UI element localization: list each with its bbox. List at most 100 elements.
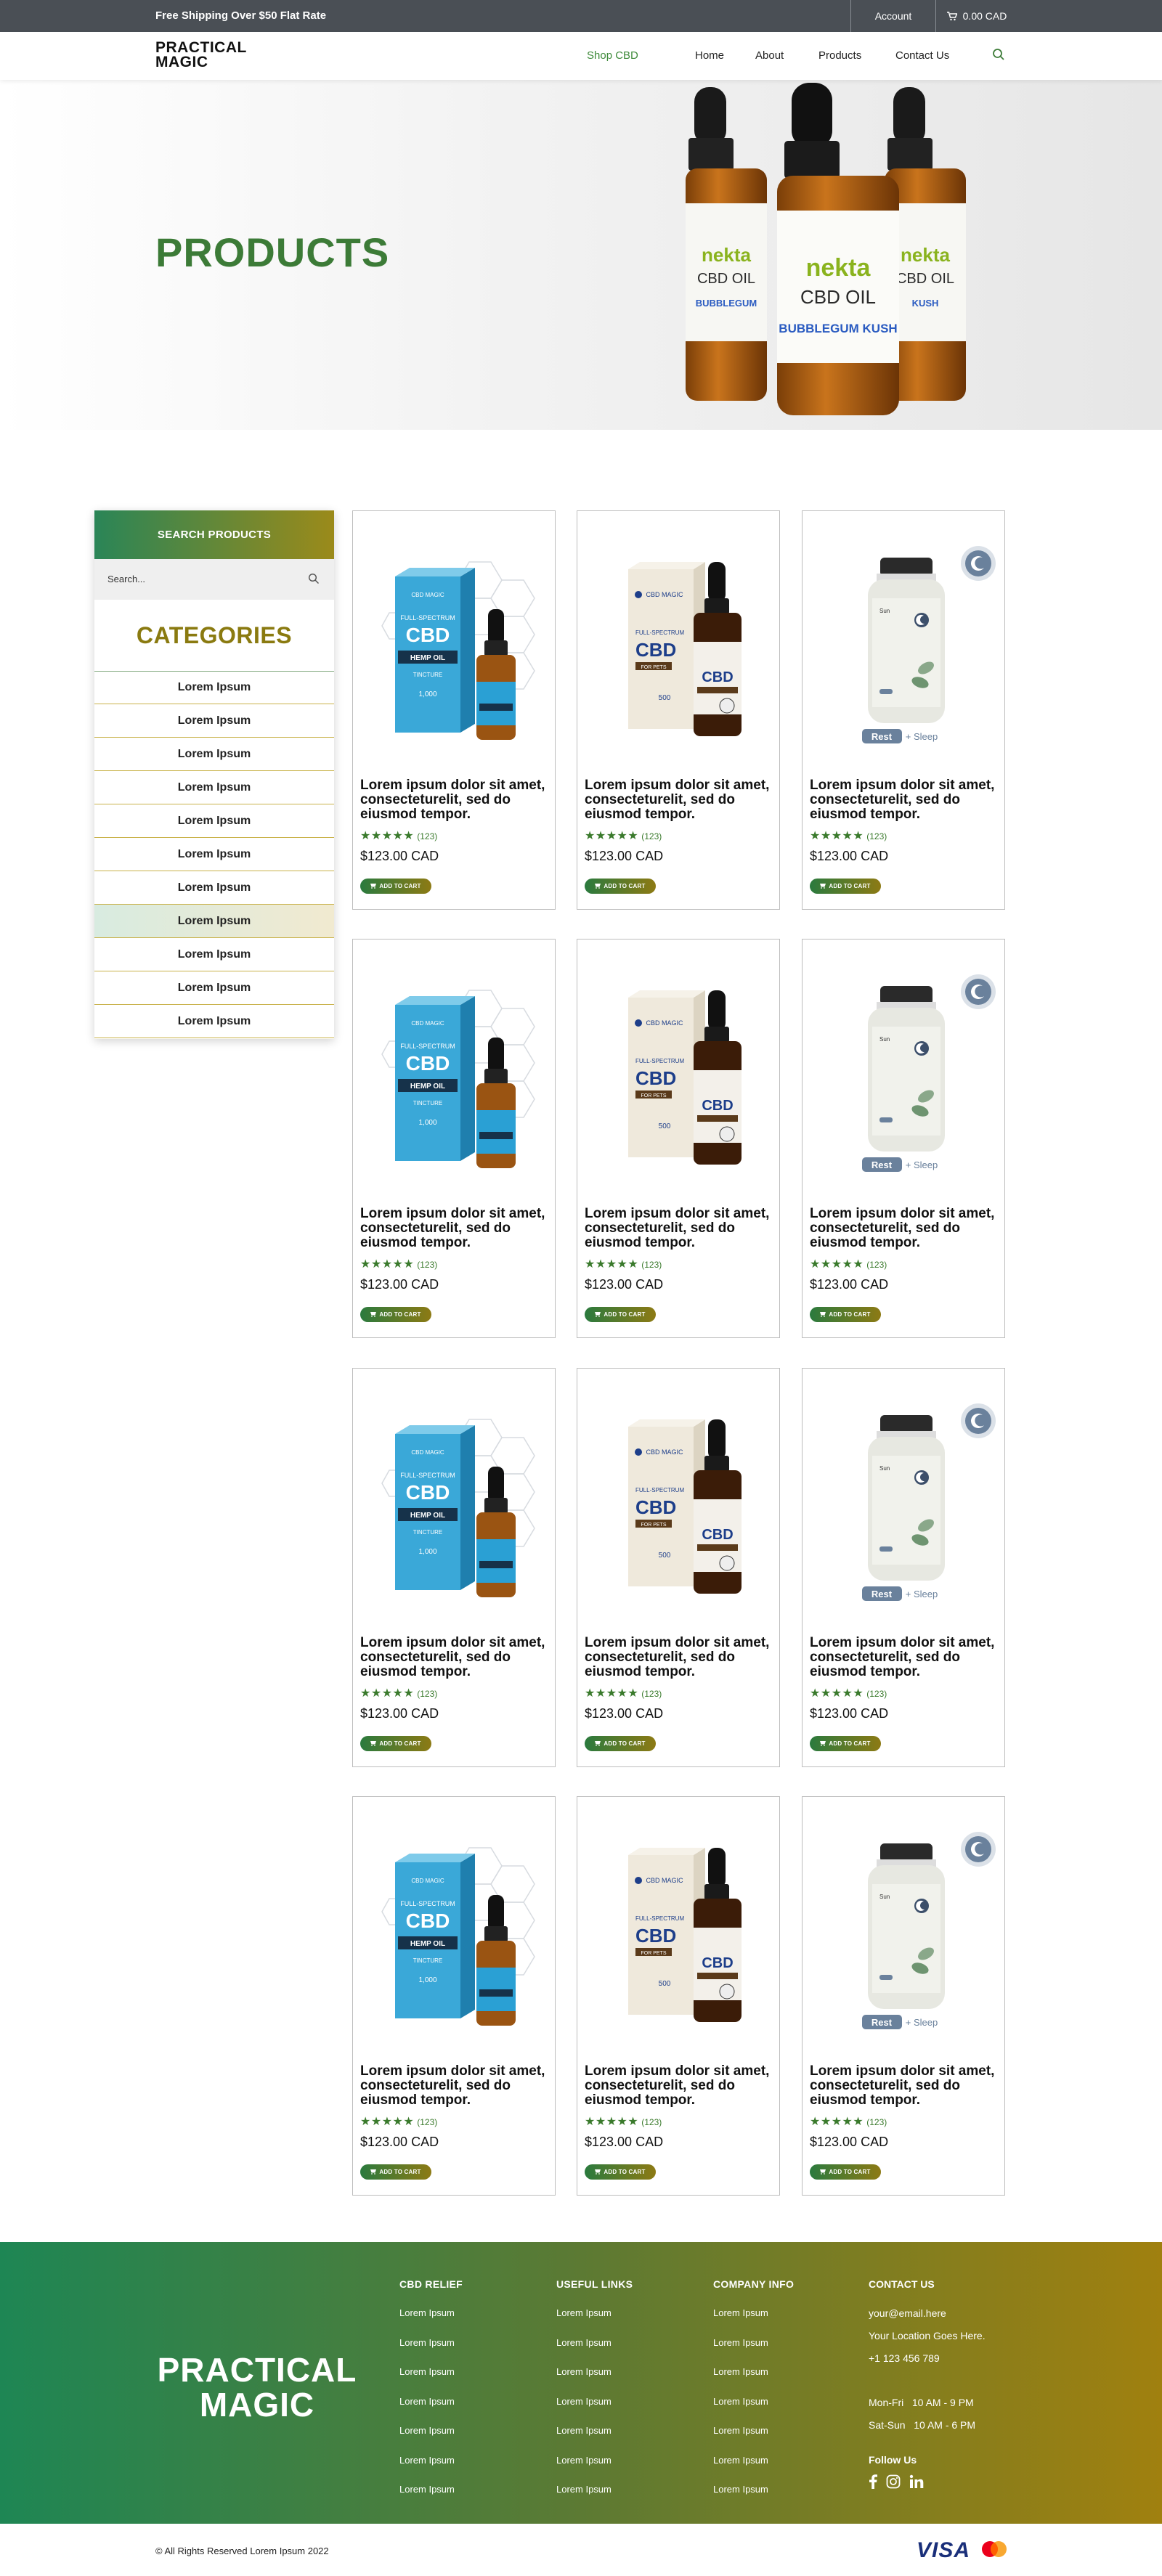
product-card[interactable]: Sun Rest + Sleep Lorem ipsum dolor sit amet… [802, 939, 1005, 1338]
add-to-cart-button[interactable]: ADD TO CART [585, 1736, 656, 1751]
footer-link[interactable]: Lorem Ipsum [713, 2455, 794, 2485]
footer-link[interactable]: Lorem Ipsum [399, 2396, 463, 2426]
footer-link[interactable]: Lorem Ipsum [556, 2396, 633, 2426]
footer-link[interactable]: Lorem Ipsum [556, 2366, 633, 2396]
category-item[interactable]: Lorem Ipsum [94, 971, 334, 1005]
footer-link[interactable]: Lorem Ipsum [399, 2366, 463, 2396]
product-image[interactable]: CBD MAGIC FULL-SPECTRUM CBD FOR PETS 500 CBD [585, 947, 772, 1194]
footer-link[interactable]: Lorem Ipsum [713, 2425, 794, 2455]
search-icon[interactable] [992, 48, 1005, 61]
nav-contact-us[interactable]: Contact Us [895, 49, 949, 62]
footer-link[interactable]: Lorem Ipsum [556, 2455, 633, 2485]
product-title[interactable]: Lorem ipsum dolor sit amet, consecteture… [585, 778, 775, 822]
footer-logo[interactable]: PRACTICAL MAGIC [155, 2352, 359, 2422]
product-card[interactable]: CBD MAGIC FULL-SPECTRUM CBD HEMP OIL TINCTUR… [352, 1796, 556, 2196]
add-to-cart-button[interactable]: ADD TO CART [360, 879, 431, 894]
footer-link[interactable]: Lorem Ipsum [713, 2396, 794, 2426]
add-to-cart-button[interactable]: ADD TO CART [810, 879, 881, 894]
product-card[interactable]: CBD MAGIC FULL-SPECTRUM CBD FOR PETS 500 CBD L… [577, 1368, 780, 1767]
product-image[interactable]: CBD MAGIC FULL-SPECTRUM CBD HEMP OIL TINCTUR… [360, 947, 548, 1194]
product-title[interactable]: Lorem ipsum dolor sit amet, consecteture… [810, 2064, 1000, 2108]
linkedin-icon[interactable] [909, 2474, 924, 2489]
category-item[interactable]: Lorem Ipsum [94, 838, 334, 871]
category-item[interactable]: Lorem Ipsum [94, 738, 334, 771]
add-to-cart-button[interactable]: ADD TO CART [585, 879, 656, 894]
category-item[interactable]: Lorem Ipsum [94, 871, 334, 905]
footer-link[interactable]: Lorem Ipsum [399, 2484, 463, 2514]
category-item[interactable]: Lorem Ipsum [94, 1005, 334, 1038]
product-card[interactable]: CBD MAGIC FULL-SPECTRUM CBD FOR PETS 500 CBD L… [577, 510, 780, 910]
add-to-cart-button[interactable]: ADD TO CART [810, 1307, 881, 1322]
product-card[interactable]: CBD MAGIC FULL-SPECTRUM CBD HEMP OIL TINCTUR… [352, 510, 556, 910]
footer-link[interactable]: Lorem Ipsum [713, 2484, 794, 2514]
product-image[interactable]: Sun Rest + Sleep [810, 947, 997, 1194]
product-title[interactable]: Lorem ipsum dolor sit amet, consecteture… [360, 1636, 550, 1679]
product-card[interactable]: Sun Rest + Sleep Lorem ipsum dolor sit amet… [802, 1368, 1005, 1767]
svg-text:500: 500 [659, 1980, 671, 1988]
instagram-icon[interactable] [886, 2474, 901, 2489]
footer-link[interactable]: Lorem Ipsum [556, 2484, 633, 2514]
product-card[interactable]: CBD MAGIC FULL-SPECTRUM CBD HEMP OIL TINCTUR… [352, 939, 556, 1338]
category-item[interactable]: Lorem Ipsum [94, 905, 334, 938]
product-card[interactable]: CBD MAGIC FULL-SPECTRUM CBD FOR PETS 500 CBD L… [577, 1796, 780, 2196]
product-title[interactable]: Lorem ipsum dolor sit amet, consecteture… [360, 1207, 550, 1250]
add-to-cart-button[interactable]: ADD TO CART [360, 2164, 431, 2180]
add-to-cart-button[interactable]: ADD TO CART [810, 1736, 881, 1751]
category-item[interactable]: Lorem Ipsum [94, 771, 334, 804]
add-to-cart-button[interactable]: ADD TO CART [585, 1307, 656, 1322]
contact-email[interactable]: your@email.here [869, 2307, 986, 2330]
category-item[interactable]: Lorem Ipsum [94, 938, 334, 971]
footer-link[interactable]: Lorem Ipsum [556, 2307, 633, 2337]
site-logo[interactable]: PRACTICAL MAGIC [155, 40, 247, 70]
product-image[interactable]: Sun Rest + Sleep [810, 1804, 997, 2051]
cart-link[interactable]: 0.00 CAD [937, 0, 1017, 32]
product-title[interactable]: Lorem ipsum dolor sit amet, consecteture… [585, 1207, 775, 1250]
visa-logo: VISA [917, 2538, 971, 2562]
nav-home[interactable]: Home [695, 49, 724, 62]
product-image[interactable]: Sun Rest + Sleep [810, 1376, 997, 1623]
footer-link[interactable]: Lorem Ipsum [713, 2337, 794, 2367]
account-link[interactable]: Account [850, 0, 936, 32]
product-card[interactable]: CBD MAGIC FULL-SPECTRUM CBD FOR PETS 500 CBD L… [577, 939, 780, 1338]
add-to-cart-button[interactable]: ADD TO CART [810, 2164, 881, 2180]
product-image[interactable]: CBD MAGIC FULL-SPECTRUM CBD FOR PETS 500 CBD [585, 518, 772, 765]
product-image[interactable]: CBD MAGIC FULL-SPECTRUM CBD HEMP OIL TINCTUR… [360, 1804, 548, 2051]
category-item[interactable]: Lorem Ipsum [94, 704, 334, 738]
category-item[interactable]: Lorem Ipsum [94, 671, 334, 704]
product-title[interactable]: Lorem ipsum dolor sit amet, consecteture… [810, 778, 1000, 822]
footer-link[interactable]: Lorem Ipsum [556, 2337, 633, 2367]
category-item[interactable]: Lorem Ipsum [94, 804, 334, 838]
footer-link[interactable]: Lorem Ipsum [399, 2425, 463, 2455]
svg-text:500: 500 [659, 1122, 671, 1130]
search-icon[interactable] [308, 573, 320, 584]
product-title[interactable]: Lorem ipsum dolor sit amet, consecteture… [360, 778, 550, 822]
footer-link[interactable]: Lorem Ipsum [399, 2307, 463, 2337]
nav-products[interactable]: Products [818, 49, 861, 62]
facebook-icon[interactable] [869, 2474, 877, 2489]
product-title[interactable]: Lorem ipsum dolor sit amet, consecteture… [360, 2064, 550, 2108]
product-card[interactable]: CBD MAGIC FULL-SPECTRUM CBD HEMP OIL TINCTUR… [352, 1368, 556, 1767]
product-image[interactable]: CBD MAGIC FULL-SPECTRUM CBD FOR PETS 500 CBD [585, 1804, 772, 2051]
footer-link[interactable]: Lorem Ipsum [556, 2425, 633, 2455]
product-title[interactable]: Lorem ipsum dolor sit amet, consecteture… [810, 1636, 1000, 1679]
add-to-cart-button[interactable]: ADD TO CART [360, 1307, 431, 1322]
contact-phone[interactable]: +1 123 456 789 [869, 2352, 986, 2375]
product-title[interactable]: Lorem ipsum dolor sit amet, consecteture… [810, 1207, 1000, 1250]
product-card[interactable]: Sun Rest + Sleep Lorem ipsum dolor sit amet… [802, 1796, 1005, 2196]
product-image[interactable]: CBD MAGIC FULL-SPECTRUM CBD HEMP OIL TINCTUR… [360, 1376, 548, 1623]
product-title[interactable]: Lorem ipsum dolor sit amet, consecteture… [585, 1636, 775, 1679]
add-to-cart-button[interactable]: ADD TO CART [360, 1736, 431, 1751]
footer-link[interactable]: Lorem Ipsum [399, 2455, 463, 2485]
footer-link[interactable]: Lorem Ipsum [399, 2337, 463, 2367]
product-title[interactable]: Lorem ipsum dolor sit amet, consecteture… [585, 2064, 775, 2108]
footer-link[interactable]: Lorem Ipsum [713, 2366, 794, 2396]
nav-shop-cbd[interactable]: Shop CBD [587, 49, 638, 62]
product-image[interactable]: CBD MAGIC FULL-SPECTRUM CBD HEMP OIL TINCTUR… [360, 518, 548, 765]
nav-about[interactable]: About [755, 49, 784, 62]
product-image[interactable]: CBD MAGIC FULL-SPECTRUM CBD FOR PETS 500 CBD [585, 1376, 772, 1623]
footer-link[interactable]: Lorem Ipsum [713, 2307, 794, 2337]
product-image[interactable]: Sun Rest + Sleep [810, 518, 997, 765]
add-to-cart-button[interactable]: ADD TO CART [585, 2164, 656, 2180]
product-card[interactable]: Sun Rest + Sleep Lorem ipsum dolor sit amet… [802, 510, 1005, 910]
sidebar-search-input[interactable]: Search... [94, 559, 334, 600]
